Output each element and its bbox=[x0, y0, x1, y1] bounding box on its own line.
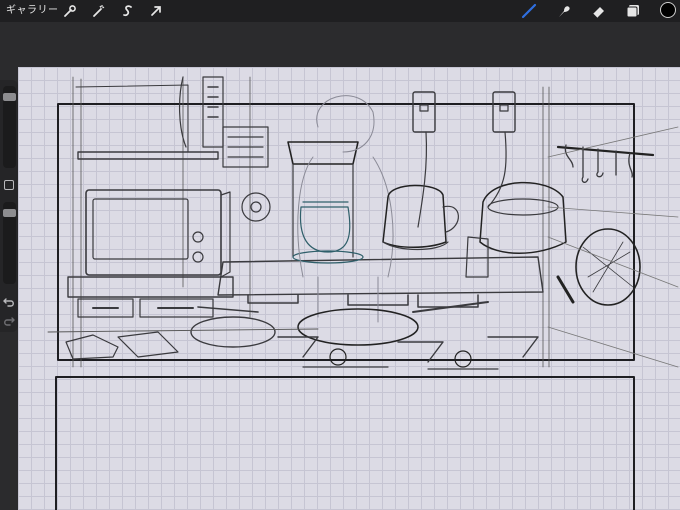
magic-wand-icon[interactable] bbox=[91, 3, 107, 19]
color-picker-button[interactable] bbox=[660, 2, 676, 18]
gallery-button[interactable]: ギャラリー bbox=[6, 3, 59, 19]
top-toolbar: ギャラリー bbox=[0, 0, 680, 22]
eraser-icon[interactable] bbox=[590, 2, 608, 20]
canvas-surround bbox=[0, 22, 680, 67]
redo-arrow-icon[interactable] bbox=[2, 314, 16, 328]
kitchen-sketch bbox=[47, 76, 679, 510]
wrench-icon[interactable] bbox=[62, 3, 78, 19]
selection-s-icon[interactable] bbox=[120, 3, 136, 19]
drawing-canvas[interactable] bbox=[18, 67, 680, 510]
brush-size-slider[interactable] bbox=[3, 86, 16, 168]
smudge-icon[interactable] bbox=[555, 2, 573, 20]
brush-icon[interactable] bbox=[520, 2, 538, 20]
brush-size-slider-handle[interactable] bbox=[3, 93, 16, 102]
layers-icon[interactable] bbox=[624, 2, 642, 20]
opacity-slider-handle[interactable] bbox=[3, 209, 16, 218]
square-icon[interactable] bbox=[4, 180, 14, 190]
undo-arrow-icon[interactable] bbox=[2, 295, 16, 309]
opacity-slider[interactable] bbox=[3, 202, 16, 284]
left-sidebar bbox=[0, 80, 18, 332]
arrow-cursor-icon[interactable] bbox=[148, 3, 164, 19]
